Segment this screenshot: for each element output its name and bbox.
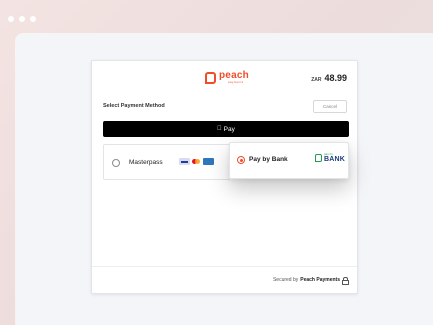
order-amount: ZAR 48.99 — [311, 73, 347, 83]
mastercard-icon — [191, 158, 202, 165]
window-dot[interactable] — [8, 16, 14, 22]
amex-icon — [203, 158, 214, 165]
peach-logo-icon — [205, 71, 216, 84]
apple-pay-label: Pay — [221, 125, 235, 133]
secured-brand: Peach Payments — [300, 277, 340, 283]
peach-logo: peach payments — [205, 71, 249, 84]
card-logos — [179, 158, 214, 165]
currency-code: ZAR — [311, 77, 322, 83]
payment-options: Masterpass Pay by Bank pay by BANK — [103, 142, 349, 180]
masterpass-radio[interactable] — [112, 159, 120, 167]
masterpass-label: Masterpass — [129, 159, 163, 166]
option-masterpass[interactable]: Masterpass — [103, 144, 230, 180]
window-dot[interactable] — [19, 16, 25, 22]
window-dot[interactable] — [30, 16, 36, 22]
apple-icon:  — [217, 126, 222, 132]
secured-prefix: Secured by — [272, 277, 299, 283]
option-pay-by-bank[interactable]: Pay by Bank pay by BANK — [229, 142, 349, 179]
checkout-card: peach payments ZAR 48.99 Select Payment … — [91, 60, 358, 294]
pay-by-bank-icon — [315, 154, 322, 162]
window-controls — [8, 16, 36, 22]
pay-by-bank-logo: pay by BANK — [315, 153, 345, 163]
logo-sub: payments — [228, 80, 244, 84]
payment-heading: Select Payment Method — [103, 103, 165, 109]
cancel-button[interactable]: Cancel — [313, 100, 347, 113]
checkout-header: peach payments ZAR 48.99 — [92, 61, 357, 95]
footer-divider — [92, 266, 357, 267]
visa-icon — [179, 158, 190, 165]
secured-by: Secured by Peach Payments — [272, 277, 349, 285]
pay-by-bank-radio[interactable] — [237, 156, 245, 164]
pay-by-bank-logo-bank: BANK — [324, 156, 346, 163]
apple-pay-button[interactable]:  Pay — [103, 121, 349, 137]
lock-icon — [342, 277, 349, 285]
pay-by-bank-label: Pay by Bank — [249, 156, 288, 163]
amount-value: 48.99 — [324, 73, 347, 83]
